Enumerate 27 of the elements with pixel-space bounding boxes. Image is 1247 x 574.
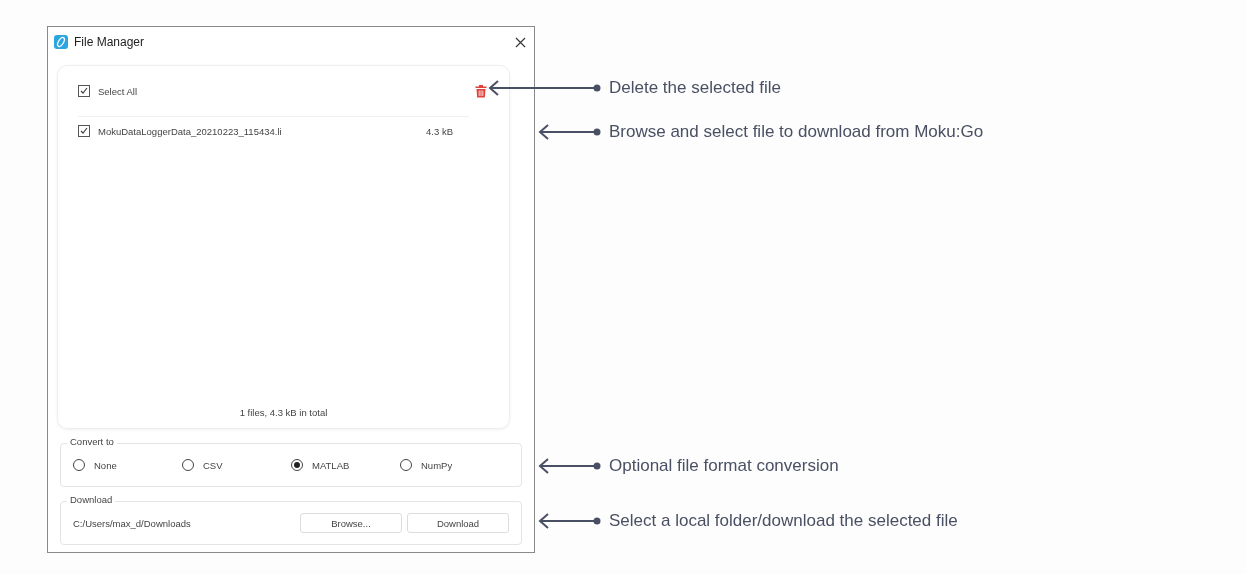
checkbox[interactable] (78, 85, 90, 97)
checkbox[interactable] (78, 125, 90, 137)
trash-icon[interactable] (475, 84, 487, 98)
arrow-icon (538, 122, 601, 142)
folder-path: C:/Users/max_d/Downloads (73, 517, 192, 529)
annotation-text: Delete the selected file (609, 78, 781, 98)
files-summary: 1 files, 4.3 kB in total (238, 407, 329, 420)
arrow-icon (538, 511, 601, 531)
radio-option[interactable]: MATLAB (291, 459, 400, 471)
download-legend: Download (67, 494, 116, 505)
arrow-icon (538, 456, 601, 476)
annotation-text: Optional file format conversion (609, 456, 839, 476)
file-name: MokuDataLoggerData_20210223_115434.li (98, 125, 283, 137)
arrow-icon (488, 78, 601, 98)
annotation-text: Browse and select file to download from Moku:Go (609, 122, 984, 142)
radio-option[interactable]: None (73, 459, 182, 471)
radio-option[interactable]: NumPy (400, 459, 509, 471)
convert-legend: Convert to (67, 436, 117, 447)
download-button[interactable]: Download (407, 513, 509, 533)
app-icon (54, 35, 68, 49)
window-title: File Manager (74, 35, 146, 49)
select-all-label: Select All (98, 85, 139, 97)
annotation-text: Select a local folder/download the selected file (609, 511, 958, 531)
file-row[interactable]: MokuDataLoggerData_20210223_115434.li 4.3 kB (78, 117, 509, 145)
browse-button[interactable]: Browse... (300, 513, 402, 533)
radio-option[interactable]: CSV (182, 459, 291, 471)
file-size: 4.3 kB (426, 125, 453, 137)
